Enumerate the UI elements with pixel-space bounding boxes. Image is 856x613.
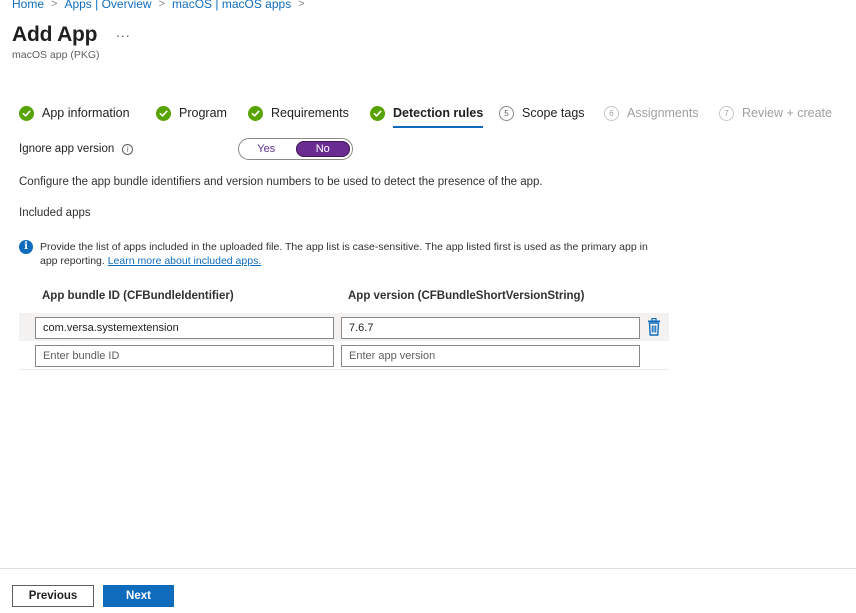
breadcrumb-apps-overview[interactable]: Apps | Overview (64, 0, 151, 11)
wizard-step-label: App information (42, 106, 130, 120)
breadcrumb: Home > Apps | Overview > macOS | macOS a… (12, 0, 312, 11)
wizard-step-detection-rules[interactable]: Detection rules (370, 103, 484, 128)
breadcrumb-separator: > (158, 0, 166, 10)
included-apps-heading: Included apps (19, 207, 91, 219)
bundle-id-input[interactable]: com.versa.systemextension (35, 317, 334, 339)
wizard-step-requirements[interactable]: Requirements (248, 103, 349, 123)
step-number-badge: 6 (604, 105, 619, 121)
wizard-step-review-create: 7 Review + create (719, 103, 832, 123)
learn-more-link[interactable]: Learn more about included apps. (108, 255, 262, 267)
info-icon[interactable]: i (122, 143, 134, 155)
wizard-step-label: Program (179, 106, 227, 120)
new-app-version-input[interactable]: Enter app version (341, 345, 640, 367)
breadcrumb-home[interactable]: Home (12, 0, 44, 11)
checkmark-icon (248, 105, 263, 121)
active-step-indicator (393, 126, 484, 128)
step-number-badge: 7 (719, 105, 734, 121)
next-button[interactable]: Next (103, 585, 174, 607)
checkmark-icon (156, 105, 171, 121)
ignore-app-version-text: Ignore app version (19, 143, 115, 155)
step-number-badge: 5 (499, 105, 514, 121)
toggle-yes-option[interactable]: Yes (239, 139, 294, 159)
wizard-step-label: Detection rules (393, 106, 484, 120)
row-divider (19, 369, 669, 370)
breadcrumb-separator: > (298, 0, 305, 10)
wizard-step-app-information[interactable]: App information (19, 103, 130, 123)
info-message: i Provide the list of apps included in t… (19, 240, 659, 268)
toggle-no-option[interactable]: No (295, 141, 350, 157)
wizard-step-label: Assignments (627, 106, 699, 120)
ignore-app-version-label: Ignore app version i (19, 143, 134, 155)
column-header-bundle-id: App bundle ID (CFBundleIdentifier) (42, 290, 234, 302)
column-header-app-version: App version (CFBundleShortVersionString) (348, 290, 585, 302)
wizard-step-program[interactable]: Program (156, 103, 227, 123)
more-options-button[interactable]: ... (116, 24, 131, 40)
page-subtitle: macOS app (PKG) (12, 49, 100, 61)
wizard-steps: App information Program Requirements Det… (19, 103, 849, 128)
wizard-step-assignments: 6 Assignments (604, 103, 699, 123)
section-description: Configure the app bundle identifiers and… (19, 176, 543, 188)
previous-button[interactable]: Previous (12, 585, 94, 607)
checkmark-icon (370, 105, 385, 121)
trash-icon[interactable] (646, 318, 662, 336)
new-bundle-id-input[interactable]: Enter bundle ID (35, 345, 334, 367)
breadcrumb-separator: > (51, 0, 58, 10)
info-circle-icon: i (19, 240, 33, 254)
wizard-step-scope-tags[interactable]: 5 Scope tags (499, 103, 585, 123)
page-title: Add App (12, 23, 98, 46)
wizard-step-label: Requirements (271, 106, 349, 120)
ignore-app-version-toggle[interactable]: Yes No (238, 138, 353, 160)
footer-divider (0, 568, 856, 569)
app-version-input[interactable]: 7.6.7 (341, 317, 640, 339)
wizard-step-label: Review + create (742, 106, 832, 120)
checkmark-icon (19, 105, 34, 121)
breadcrumb-macos-apps[interactable]: macOS | macOS apps (172, 0, 291, 11)
wizard-step-label: Scope tags (522, 106, 585, 120)
